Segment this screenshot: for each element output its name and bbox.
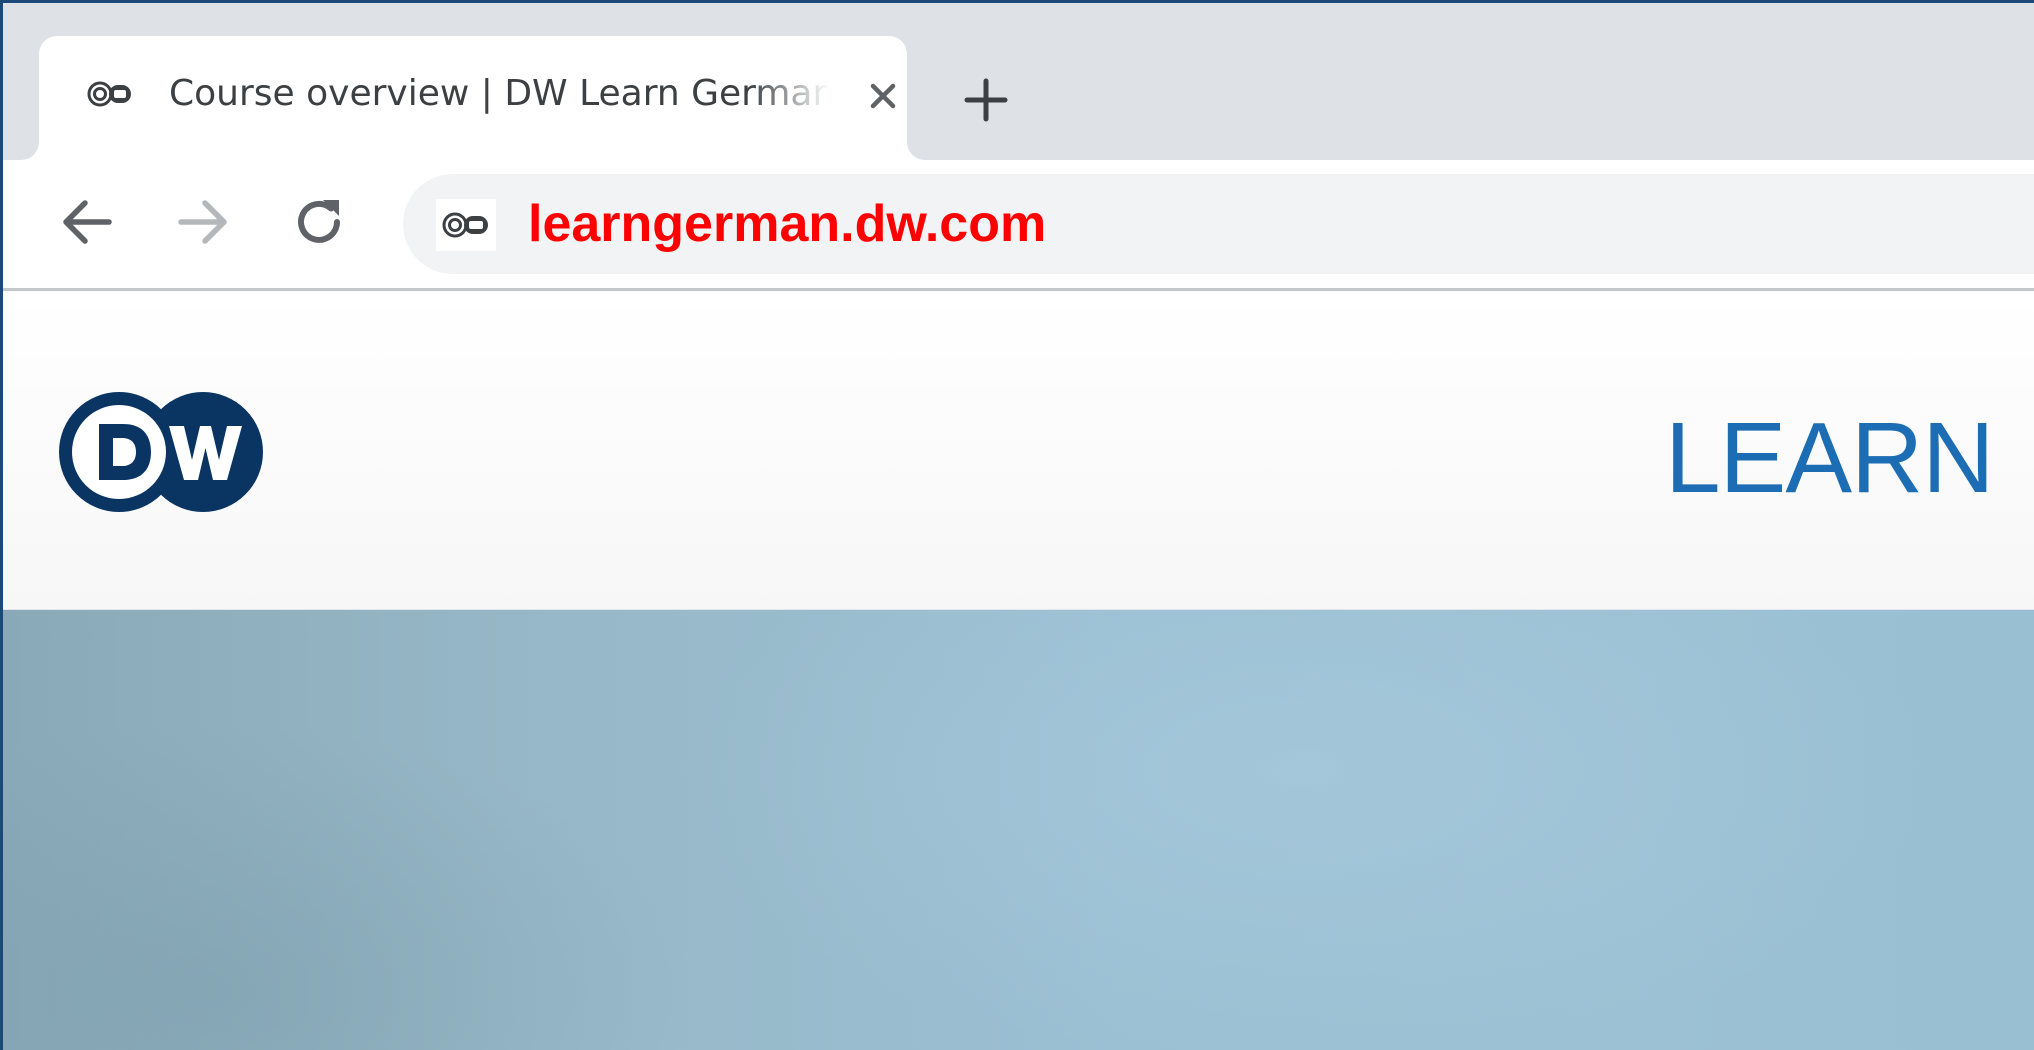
close-icon[interactable] [865, 78, 901, 114]
page-heading: LEARN [1665, 402, 1994, 514]
tab-title: Course overview | DW Learn German [169, 73, 829, 114]
arrow-right-icon[interactable] [171, 190, 235, 254]
site-header: LEARN [3, 294, 2034, 610]
dw-favicon-icon [436, 199, 496, 251]
tab-course-overview[interactable]: Course overview | DW Learn German [39, 36, 907, 160]
plus-icon[interactable] [961, 75, 1011, 125]
dw-logo[interactable] [51, 386, 271, 518]
reload-icon[interactable] [287, 190, 351, 254]
dw-favicon-icon [87, 81, 131, 107]
url-text[interactable]: learngerman.dw.com [528, 194, 1046, 254]
arrow-left-icon[interactable] [55, 190, 119, 254]
browser-toolbar: learngerman.dw.com [3, 160, 2034, 291]
address-bar[interactable]: learngerman.dw.com [403, 174, 2034, 274]
tab-strip: Course overview | DW Learn German [3, 3, 2034, 160]
hero-banner [3, 610, 2034, 1050]
browser-window: Course overview | DW Learn German learng… [0, 0, 2034, 1050]
